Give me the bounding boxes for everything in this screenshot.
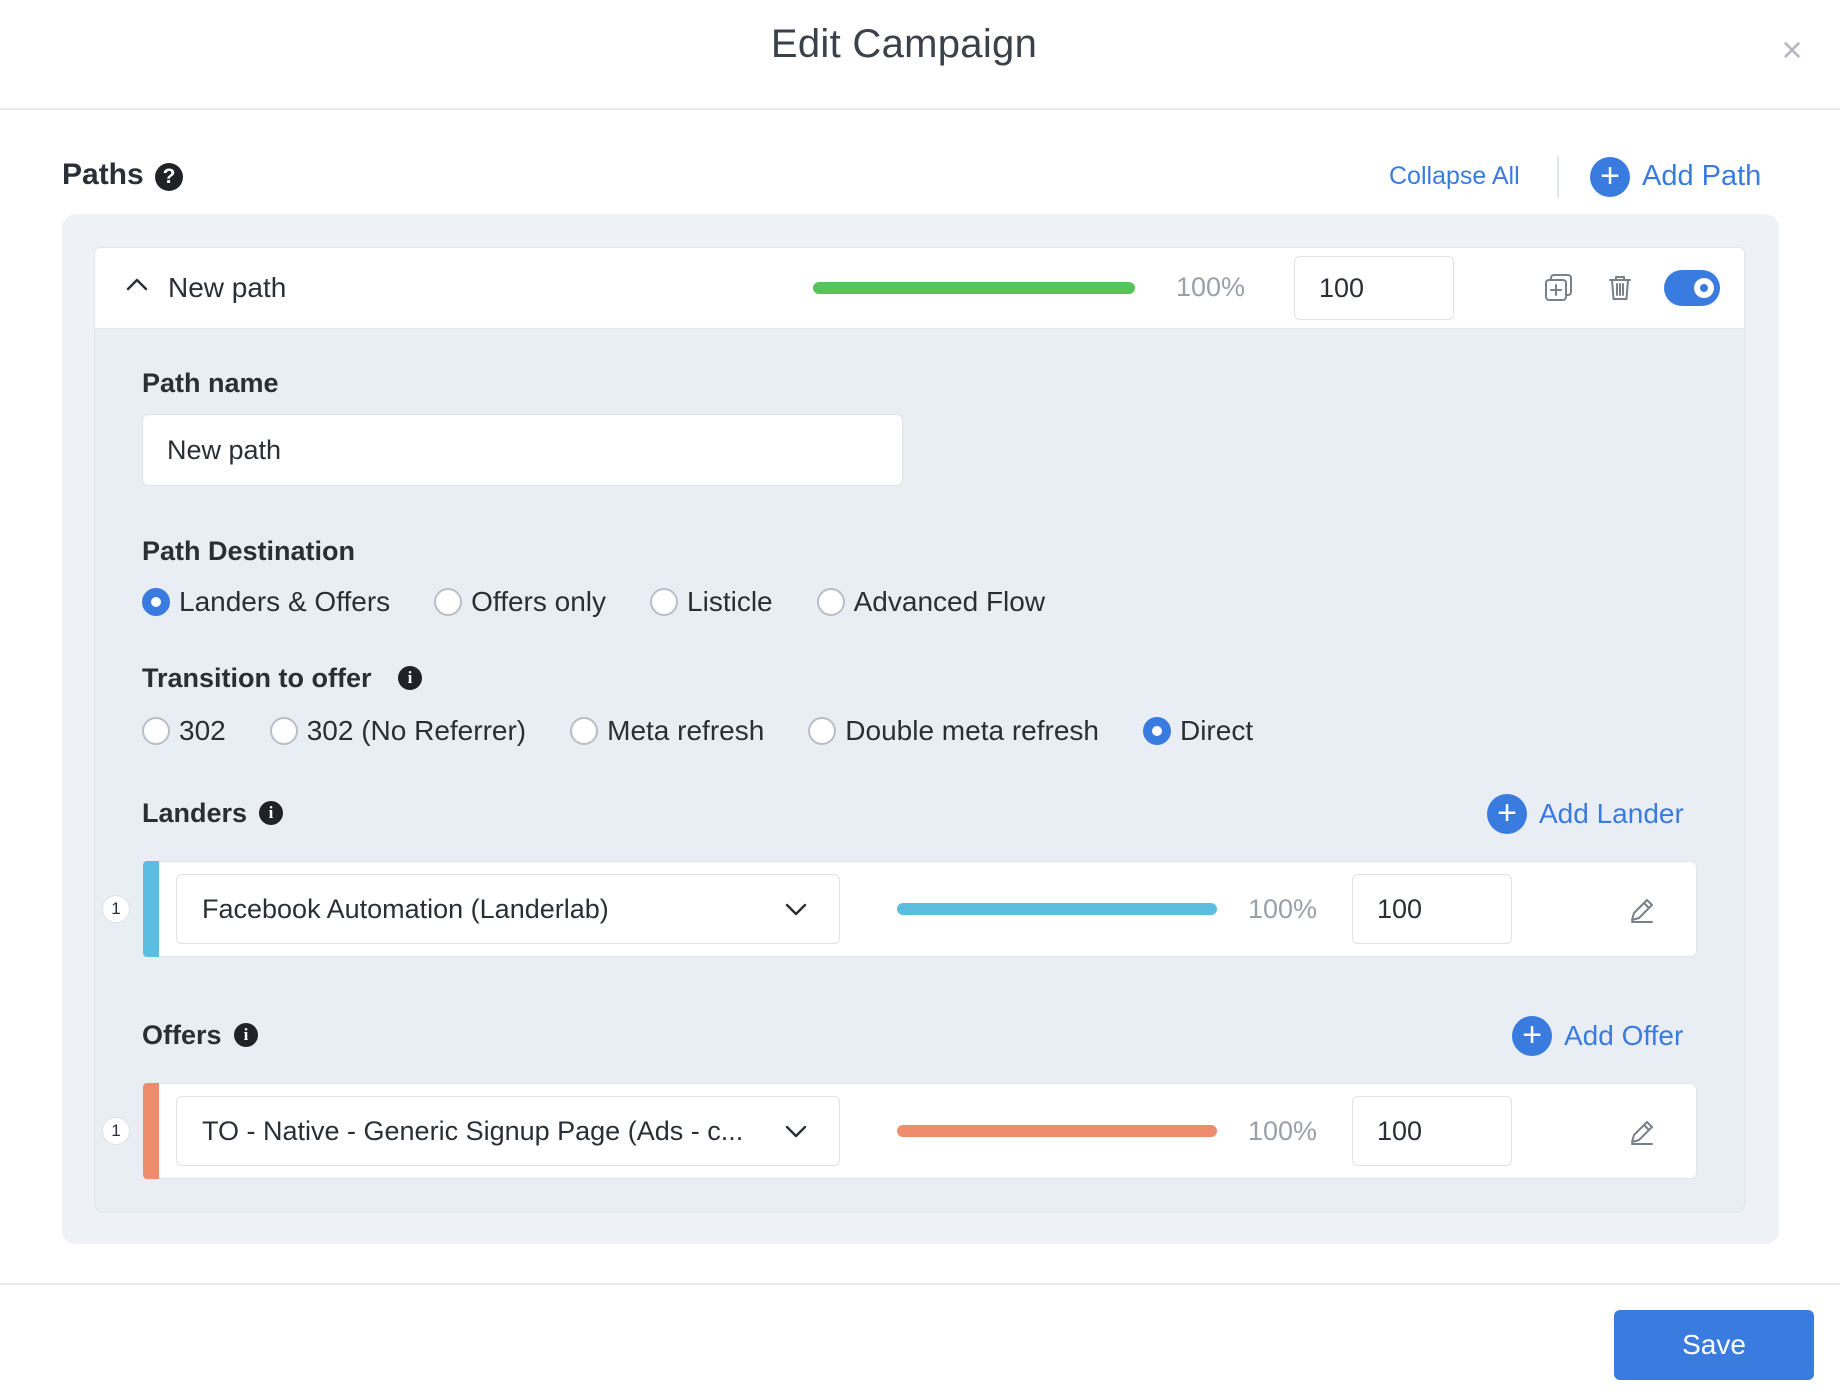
add-offer-button[interactable]: Add Offer [1564, 1020, 1683, 1052]
close-icon[interactable]: × [1772, 30, 1812, 70]
add-offer-plus-icon[interactable]: + [1512, 1016, 1552, 1056]
info-icon[interactable]: i [234, 1023, 258, 1047]
offer-color-strip [143, 1083, 159, 1179]
info-icon[interactable]: i [259, 801, 283, 825]
landers-label: Landers [142, 798, 248, 828]
trash-icon[interactable] [1602, 270, 1638, 306]
chevron-down-icon[interactable] [780, 1115, 812, 1147]
radio-listicle[interactable]: Listicle [650, 586, 773, 618]
add-path-plus-icon[interactable]: + [1590, 157, 1630, 197]
offer-weight-percent: 100% [1248, 1116, 1318, 1146]
path-name-label: Path name [142, 368, 279, 398]
edit-pencil-icon[interactable] [1624, 892, 1660, 928]
path-weight-input[interactable] [1294, 256, 1454, 320]
radio-302-no-referrer[interactable]: 302 (No Referrer) [269, 715, 526, 747]
offers-label: Offers [142, 1020, 222, 1050]
offer-weight-input[interactable] [1352, 1096, 1512, 1166]
help-icon[interactable]: ? [155, 163, 183, 191]
radio-double-meta-refresh[interactable]: Double meta refresh [808, 715, 1099, 747]
offer-select[interactable]: TO - Native - Generic Signup Page (Ads -… [176, 1096, 840, 1166]
collapse-all-link[interactable]: Collapse All [1389, 162, 1520, 191]
footer-divider [0, 1283, 1840, 1285]
modal-title: Edit Campaign [770, 22, 1038, 66]
path-destination-label: Path Destination [142, 536, 356, 566]
lander-weight-bar [897, 903, 1217, 915]
radio-direct[interactable]: Direct [1142, 715, 1253, 747]
add-path-button[interactable]: Add Path [1642, 160, 1761, 193]
chevron-down-icon[interactable] [780, 893, 812, 925]
path-destination-options: Landers & Offers Offers only Listicle Ad… [142, 586, 1045, 618]
save-button[interactable]: Save [1614, 1310, 1814, 1380]
path-weight-percent: 100% [1176, 272, 1246, 302]
transition-label: Transition to offer [142, 663, 372, 693]
path-weight-bar [813, 282, 1135, 294]
divider [1557, 156, 1559, 198]
radio-offers-only[interactable]: Offers only [434, 586, 606, 618]
radio-302[interactable]: 302 [142, 715, 226, 747]
edit-pencil-icon[interactable] [1624, 1114, 1660, 1150]
radio-advanced-flow[interactable]: Advanced Flow [816, 586, 1045, 618]
path-name-input[interactable] [142, 414, 903, 486]
chevron-up-icon[interactable] [122, 270, 152, 300]
duplicate-icon[interactable] [1541, 270, 1577, 306]
add-lander-button[interactable]: Add Lander [1539, 798, 1684, 830]
offer-weight-bar [897, 1125, 1217, 1137]
transition-options: 302 302 (No Referrer) Meta refresh Doubl… [142, 715, 1253, 747]
info-icon[interactable]: i [398, 666, 422, 690]
path-title: New path [168, 272, 287, 303]
path-enabled-toggle[interactable] [1664, 270, 1720, 306]
radio-meta-refresh[interactable]: Meta refresh [570, 715, 764, 747]
lander-weight-percent: 100% [1248, 894, 1318, 924]
lander-color-strip [143, 861, 159, 957]
lander-select[interactable]: Facebook Automation (Landerlab) [176, 874, 840, 944]
paths-heading: Paths [62, 158, 144, 191]
lander-weight-input[interactable] [1352, 874, 1512, 944]
lander-index-badge: 1 [102, 895, 130, 923]
radio-landers-offers[interactable]: Landers & Offers [142, 586, 390, 618]
add-lander-plus-icon[interactable]: + [1487, 794, 1527, 834]
offer-index-badge: 1 [102, 1117, 130, 1145]
